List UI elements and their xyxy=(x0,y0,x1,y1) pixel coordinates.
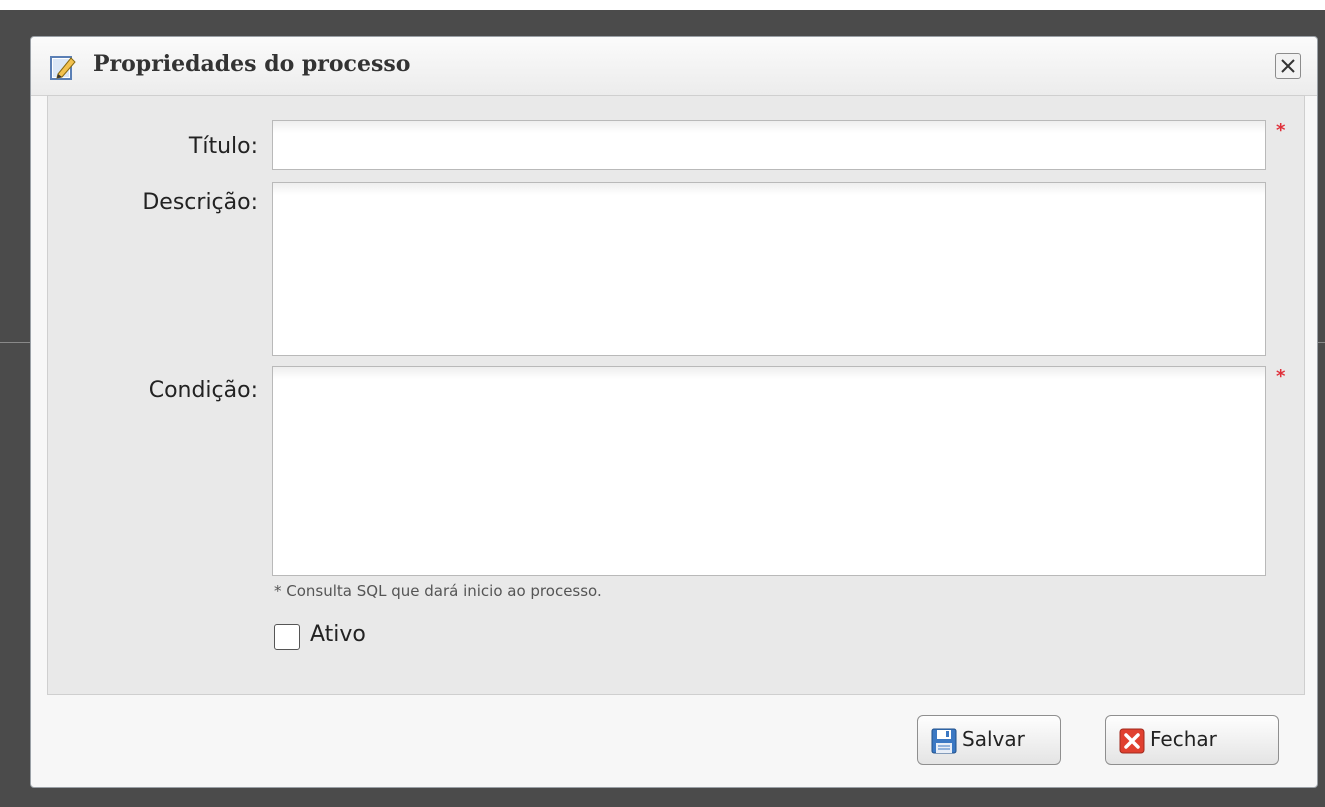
titulo-required-marker: * xyxy=(1276,120,1286,141)
titulo-input[interactable] xyxy=(272,120,1266,170)
save-button-label: Salvar xyxy=(962,727,1025,751)
close-x-icon xyxy=(1281,59,1295,73)
process-properties-dialog: Propriedades do processo Título: * Descr… xyxy=(30,36,1318,788)
condicao-hint: * Consulta SQL que dará inicio ao proces… xyxy=(274,582,602,600)
condicao-label: Condição: xyxy=(148,378,258,403)
dialog-title: Propriedades do processo xyxy=(93,51,411,77)
ativo-label[interactable]: Ativo xyxy=(310,622,366,647)
red-x-icon xyxy=(1118,727,1146,755)
dialog-close-button[interactable] xyxy=(1275,53,1301,79)
floppy-disk-icon xyxy=(930,727,958,755)
save-button[interactable]: Salvar xyxy=(917,715,1061,765)
ativo-checkbox[interactable] xyxy=(274,624,300,650)
close-button[interactable]: Fechar xyxy=(1105,715,1279,765)
titulo-label: Título: xyxy=(188,134,258,159)
condicao-textarea[interactable] xyxy=(272,366,1266,576)
descricao-textarea[interactable] xyxy=(272,182,1266,356)
form-panel: Título: * Descrição: Condição: * * Consu… xyxy=(47,95,1305,695)
dialog-titlebar: Propriedades do processo xyxy=(31,37,1317,96)
close-button-label: Fechar xyxy=(1150,727,1217,751)
condicao-required-marker: * xyxy=(1276,366,1286,387)
edit-pencil-icon xyxy=(49,53,77,81)
descricao-label: Descrição: xyxy=(142,190,258,215)
